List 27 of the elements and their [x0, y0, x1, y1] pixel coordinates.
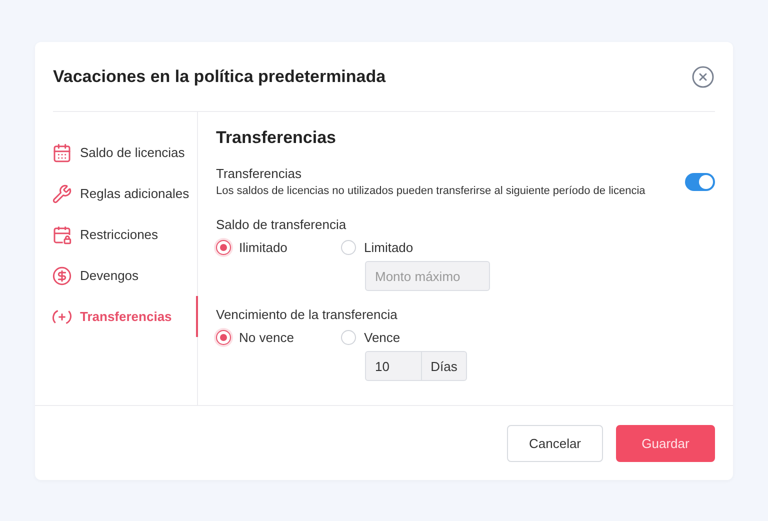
dialog-title: Vacaciones en la política predeterminada [53, 66, 386, 86]
number-field[interactable]: 10 Días [365, 351, 467, 381]
calendar-icon [52, 142, 72, 162]
toggle-switch[interactable] [685, 172, 715, 190]
group-label: Saldo de transferencia [216, 217, 348, 232]
wrench-icon [52, 184, 72, 204]
calendar-lock-icon [52, 224, 72, 244]
dollar-circle-icon [52, 266, 72, 286]
radio-button[interactable] [216, 330, 231, 345]
radio-button[interactable] [216, 240, 231, 255]
sidebar-item[interactable]: Saldo de licencias [35, 132, 198, 173]
sidebar-item[interactable]: Reglas adicionales [35, 173, 198, 214]
toggle-description: Los saldos de licencias no utilizados pueden transferirse al siguiente período de licencia [216, 185, 646, 197]
sidebar-item[interactable]: Restricciones [35, 214, 198, 255]
sidebar-item[interactable]: Transferencias [35, 296, 198, 337]
amount-field[interactable]: Monto máximo [365, 261, 490, 291]
radio-label: Vence [364, 330, 400, 345]
toggle-label: Transferencias [216, 166, 302, 181]
radio-label: Limitado [364, 240, 414, 255]
section-heading: Transferencias [216, 128, 338, 148]
radio-label: No vence [239, 330, 294, 345]
unit-label: Días [430, 358, 458, 376]
cancel-button[interactable]: Cancelar [507, 424, 603, 462]
sidebar-item[interactable]: Devengos [35, 255, 198, 296]
radio-label: Ilimitado [239, 240, 288, 255]
close-button[interactable] [691, 64, 715, 88]
group-label: Vencimiento de la transferencia [216, 307, 398, 322]
